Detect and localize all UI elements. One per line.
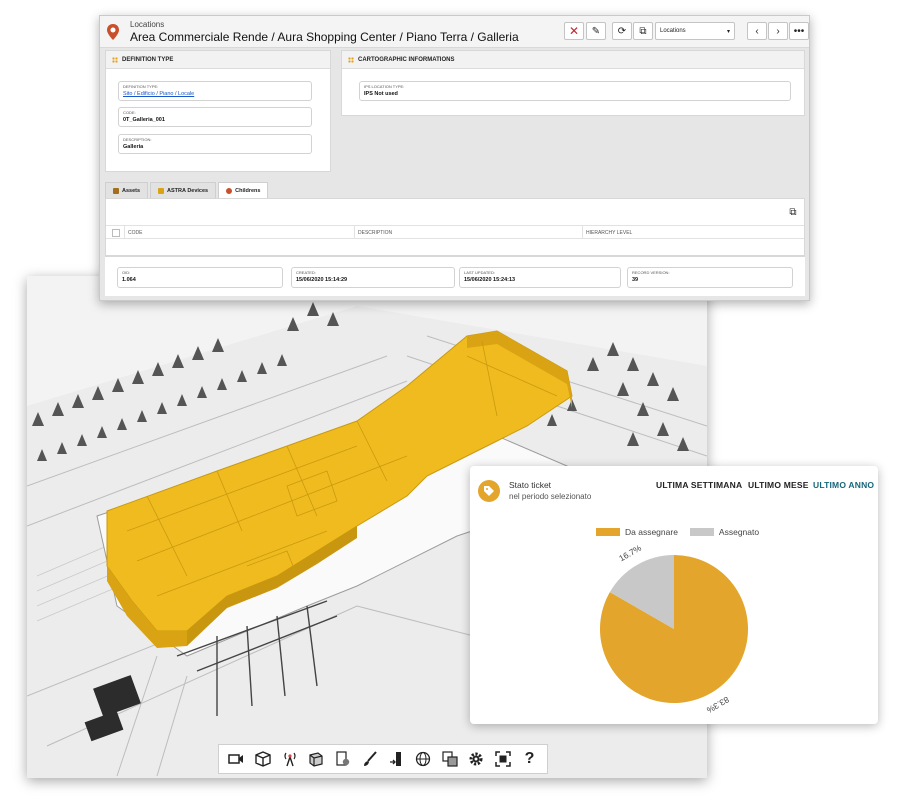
- door-icon[interactable]: [385, 748, 407, 770]
- field-label: DESCRIPTION:: [123, 137, 152, 142]
- column-header-description[interactable]: DESCRIPTION: [358, 230, 392, 236]
- previous-button[interactable]: ‹: [747, 22, 767, 40]
- help-icon[interactable]: ?: [519, 748, 541, 770]
- ips-location-type-value: IPS Not used: [364, 91, 398, 97]
- camera-icon[interactable]: [225, 748, 247, 770]
- detail-tabs: Assets ASTRA Devices Childrens: [105, 182, 270, 198]
- field-label: LAST UPDATED:: [464, 270, 495, 275]
- cube-icon: [113, 187, 119, 194]
- description-field[interactable]: DESCRIPTION: Galleria: [118, 134, 312, 154]
- box-icon[interactable]: [305, 748, 327, 770]
- external-window-icon: ⧉: [789, 206, 797, 218]
- select-all-checkbox[interactable]: [112, 229, 120, 237]
- globe-icon[interactable]: [412, 748, 434, 770]
- record-version-value: 39: [632, 277, 639, 283]
- pie-slice-label: 83.3%: [705, 695, 731, 716]
- grid-header: CODE DESCRIPTION HIERARCHY LEVEL: [106, 225, 804, 239]
- document-settings-icon[interactable]: [332, 748, 354, 770]
- viewer-toolbar: ?: [218, 744, 548, 774]
- definition-panel-heading: DEFINITION TYPE: [106, 51, 330, 69]
- tab-label: Childrens: [235, 187, 261, 194]
- definition-type-link[interactable]: Sito / Edificio / Piano / Locale: [123, 91, 307, 97]
- delete-button[interactable]: ✕: [564, 22, 584, 40]
- tab-label: ASTRA Devices: [167, 187, 209, 194]
- brush-icon[interactable]: [359, 748, 381, 770]
- column-header-code[interactable]: CODE: [128, 230, 142, 236]
- chevron-left-icon: ‹: [755, 25, 759, 37]
- ticket-pie-chart: 83.3% 16.7%: [600, 542, 748, 716]
- refresh-button[interactable]: ⟳: [612, 22, 632, 40]
- field-label: CODE:: [123, 110, 136, 115]
- ellipsis-icon: •••: [793, 25, 805, 37]
- open-external-button[interactable]: ⧉: [633, 22, 653, 40]
- external-window-icon: ⧉: [639, 25, 647, 37]
- oid-value: 1.064: [122, 277, 136, 283]
- ips-location-type-field[interactable]: IPS LOCATION TYPE: IPS Not used: [359, 81, 791, 101]
- tab-label: Assets: [122, 187, 141, 194]
- created-field: CREATED: 15/06/2020 15:14:29: [291, 267, 455, 288]
- app-title: Locations: [130, 20, 165, 29]
- last-updated-field: LAST UPDATED: 15/06/2020 15:24:13: [459, 267, 621, 288]
- drag-grip-icon: [112, 56, 118, 63]
- cartographic-panel: CARTOGRAPHIC INFORMATIONS IPS LOCATION T…: [341, 50, 805, 116]
- device-icon: [158, 187, 165, 194]
- location-pin-icon: [226, 187, 233, 194]
- column-header-hierarchy-level[interactable]: HIERARCHY LEVEL: [586, 230, 632, 236]
- created-value: 15/06/2020 15:14:29: [296, 277, 348, 283]
- childrens-grid: ⧉ CODE DESCRIPTION HIERARCHY LEVEL: [105, 198, 805, 256]
- open-external-button[interactable]: ⧉: [786, 205, 800, 219]
- refresh-icon: ⟳: [617, 25, 627, 37]
- tab-childrens[interactable]: Childrens: [218, 182, 269, 198]
- next-button[interactable]: ›: [768, 22, 788, 40]
- field-label: CREATED:: [296, 270, 316, 275]
- oid-field: OID: 1.064: [117, 267, 283, 288]
- record-info-footer: OID: 1.064 CREATED: 15/06/2020 15:14:29 …: [105, 256, 805, 296]
- cartographic-panel-heading: CARTOGRAPHIC INFORMATIONS: [342, 51, 804, 69]
- field-label: IPS LOCATION TYPE:: [364, 84, 405, 89]
- chevron-right-icon: ›: [776, 25, 780, 37]
- layers-icon[interactable]: [439, 748, 461, 770]
- last-updated-value: 15/06/2020 15:24:13: [464, 277, 516, 283]
- field-label: DEFINITION TYPE:: [123, 84, 159, 89]
- field-label: OID:: [122, 270, 131, 275]
- fit-screen-icon[interactable]: [492, 748, 514, 770]
- code-value: 0T_Galleria_001: [123, 117, 165, 123]
- caret-down-icon: ▾: [726, 28, 730, 35]
- cube-icon[interactable]: [252, 748, 274, 770]
- cartographic-heading-text: CARTOGRAPHIC INFORMATIONS: [358, 56, 455, 63]
- location-breadcrumb: Area Commerciale Rende / Aura Shopping C…: [130, 30, 519, 44]
- column-divider: [582, 225, 583, 239]
- definition-heading-text: DEFINITION TYPE: [122, 56, 174, 63]
- code-field[interactable]: CODE: 0T_Galleria_001: [118, 107, 312, 127]
- close-icon: ✕: [568, 24, 580, 38]
- description-value: Galleria: [123, 144, 144, 150]
- definition-panel: DEFINITION TYPE DEFINITION TYPE: Sito / …: [105, 50, 331, 172]
- record-version-field: RECORD VERSION: 39: [627, 267, 793, 288]
- view-selector[interactable]: Locations ▾: [655, 22, 735, 40]
- tab-astra-devices[interactable]: ASTRA Devices: [150, 182, 217, 198]
- view-selector-value: Locations: [660, 28, 686, 34]
- antenna-icon[interactable]: [279, 748, 301, 770]
- location-pin-icon: [107, 24, 119, 40]
- ticket-status-card: Stato ticket nel periodo selezionato ULT…: [470, 466, 878, 724]
- tab-assets[interactable]: Assets: [105, 182, 149, 198]
- pie-slice-label: 16.7%: [617, 542, 643, 563]
- edit-button[interactable]: ✎: [586, 22, 606, 40]
- gear-icon[interactable]: [465, 748, 487, 770]
- pencil-icon: ✎: [591, 25, 601, 37]
- drag-grip-icon: [348, 56, 354, 63]
- locations-window: Locations Area Commerciale Rende / Aura …: [99, 15, 810, 301]
- locations-header: Locations Area Commerciale Rende / Aura …: [100, 16, 809, 48]
- field-label: RECORD VERSION:: [632, 270, 670, 275]
- column-divider: [354, 225, 355, 239]
- column-divider: [124, 225, 125, 239]
- definition-type-field[interactable]: DEFINITION TYPE: Sito / Edificio / Piano…: [118, 81, 312, 101]
- more-options-button[interactable]: •••: [789, 22, 809, 40]
